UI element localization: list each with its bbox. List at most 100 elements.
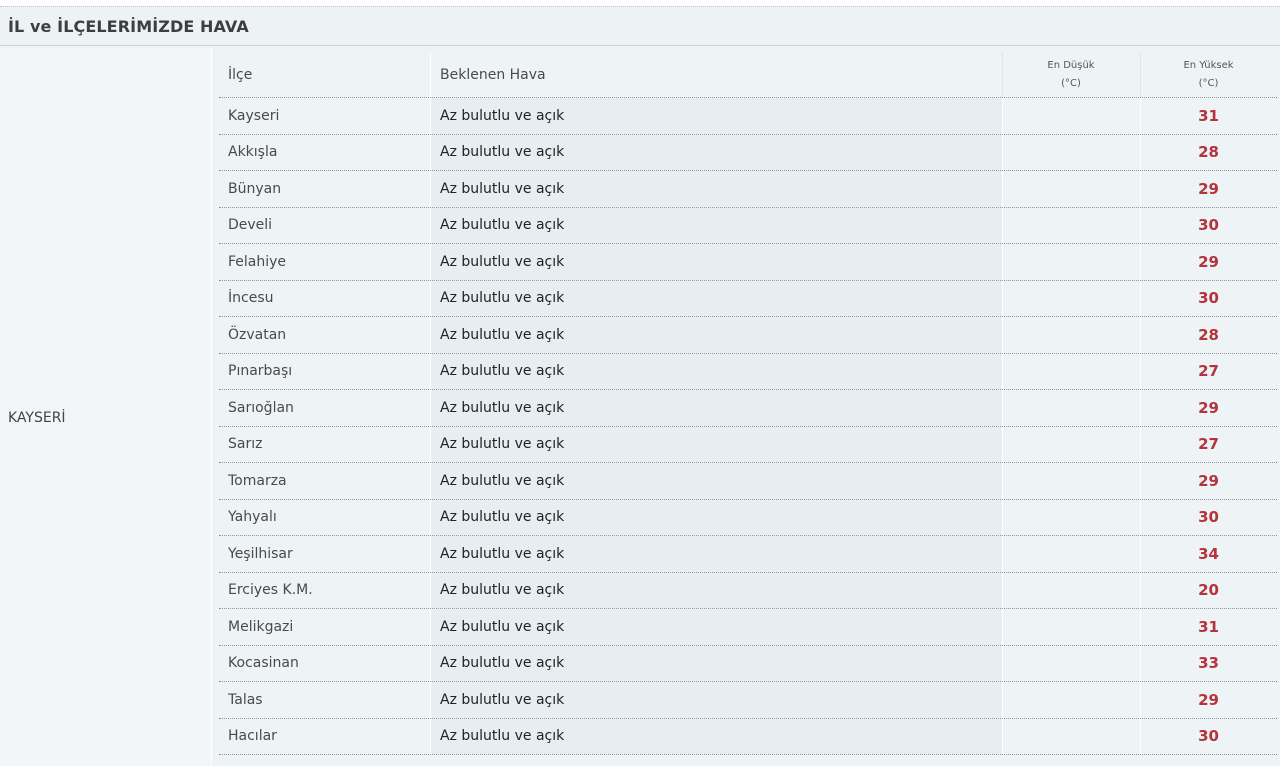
max-temp: 27: [1198, 435, 1219, 454]
max-temp-cell: 31: [1140, 609, 1277, 645]
table-row: Kocasinan Az bulutlu ve açık 33: [219, 645, 1277, 682]
max-temp-cell: 28: [1140, 317, 1277, 353]
min-temp: [1002, 682, 1140, 718]
district-name: Tomarza: [228, 472, 287, 489]
district-name: Yahyalı: [228, 509, 277, 526]
province-column: KAYSERİ: [0, 48, 212, 766]
max-temp-cell: 33: [1140, 646, 1277, 682]
max-temp-cell: 20: [1140, 573, 1277, 609]
expected-weather: Az bulutlu ve açık: [430, 244, 1002, 280]
expected-weather: Az bulutlu ve açık: [430, 572, 1002, 608]
min-temp: [1002, 98, 1140, 134]
max-temp: 20: [1198, 581, 1219, 600]
min-temp: [1002, 280, 1140, 316]
min-temp: [1002, 536, 1140, 572]
max-temp: 33: [1198, 654, 1219, 673]
district-name: Talas: [228, 691, 263, 708]
expected-weather: Az bulutlu ve açık: [430, 98, 1002, 134]
expected-weather: Az bulutlu ve açık: [430, 499, 1002, 535]
table-row: Akkışla Az bulutlu ve açık 28: [219, 134, 1277, 171]
max-temp-cell: 29: [1140, 682, 1277, 718]
max-temp: 29: [1198, 179, 1219, 198]
table-row: İncesu Az bulutlu ve açık 30: [219, 280, 1277, 317]
table-row: Felahiye Az bulutlu ve açık 29: [219, 244, 1277, 281]
expected-weather: Az bulutlu ve açık: [430, 536, 1002, 572]
max-temp: 30: [1198, 289, 1219, 308]
max-temp-cell: 29: [1140, 244, 1277, 280]
table-row: Yahyalı Az bulutlu ve açık 30: [219, 499, 1277, 536]
min-temp: [1002, 499, 1140, 535]
min-temp-header-label: En Düşük: [1047, 59, 1095, 71]
district-name: Hacılar: [228, 728, 277, 745]
expected-weather: Az bulutlu ve açık: [430, 718, 1002, 754]
max-temp-header-unit: (°C): [1198, 77, 1219, 89]
table-row: Sarız Az bulutlu ve açık 27: [219, 426, 1277, 463]
max-temp-header-label: En Yüksek: [1183, 59, 1234, 71]
expected-weather: Az bulutlu ve açık: [430, 390, 1002, 426]
table-row: Tomarza Az bulutlu ve açık 29: [219, 463, 1277, 500]
panel-header: İL ve İLÇELERİMİZDE HAVA: [0, 7, 1280, 46]
max-temp: 27: [1198, 362, 1219, 381]
max-temp: 29: [1198, 398, 1219, 417]
max-temp: 29: [1198, 690, 1219, 709]
max-temp-cell: 34: [1140, 536, 1277, 572]
district-name: Özvatan: [228, 326, 287, 343]
table-row: Talas Az bulutlu ve açık 29: [219, 682, 1277, 719]
province-name: KAYSERİ: [8, 410, 66, 426]
max-temp-cell: 27: [1140, 427, 1277, 463]
min-temp: [1002, 244, 1140, 280]
max-temp-cell: 28: [1140, 135, 1277, 171]
column-header-district: İlçe: [228, 66, 253, 83]
max-temp: 29: [1198, 252, 1219, 271]
max-temp-cell: 30: [1140, 281, 1277, 317]
column-header-min-temp: En Düşük (°C): [1002, 52, 1140, 97]
max-temp: 34: [1198, 544, 1219, 563]
expected-weather: Az bulutlu ve açık: [430, 426, 1002, 462]
table-row: Özvatan Az bulutlu ve açık 28: [219, 317, 1277, 354]
min-temp: [1002, 317, 1140, 353]
max-temp-cell: 29: [1140, 171, 1277, 207]
min-temp: [1002, 353, 1140, 389]
max-temp-cell: 29: [1140, 463, 1277, 499]
table-header-row: İlçe Beklenen Hava En Düşük (°C) En Yüks…: [219, 52, 1277, 98]
expected-weather: Az bulutlu ve açık: [430, 609, 1002, 645]
table-row: Pınarbaşı Az bulutlu ve açık 27: [219, 353, 1277, 390]
max-temp: 30: [1198, 216, 1219, 235]
max-temp-cell: 30: [1140, 500, 1277, 536]
table-row: Yeşilhisar Az bulutlu ve açık 34: [219, 536, 1277, 573]
min-temp: [1002, 463, 1140, 499]
table-row: Melikgazi Az bulutlu ve açık 31: [219, 609, 1277, 646]
expected-weather: Az bulutlu ve açık: [430, 134, 1002, 170]
min-temp: [1002, 207, 1140, 243]
expected-weather: Az bulutlu ve açık: [430, 280, 1002, 316]
min-temp: [1002, 171, 1140, 207]
min-temp: [1002, 390, 1140, 426]
district-name: İncesu: [228, 290, 274, 307]
district-weather-table: İlçe Beklenen Hava En Düşük (°C) En Yüks…: [219, 52, 1277, 755]
column-header-expected-weather: Beklenen Hava: [440, 66, 546, 83]
max-temp: 28: [1198, 143, 1219, 162]
max-temp-cell: 30: [1140, 719, 1277, 755]
min-temp: [1002, 426, 1140, 462]
max-temp: 31: [1198, 617, 1219, 636]
min-temp: [1002, 572, 1140, 608]
district-name: Yeşilhisar: [228, 545, 293, 562]
expected-weather: Az bulutlu ve açık: [430, 353, 1002, 389]
district-name: Akkışla: [228, 144, 278, 161]
district-name: Sarız: [228, 436, 263, 453]
max-temp-cell: 31: [1140, 98, 1277, 134]
district-name: Felahiye: [228, 253, 287, 270]
district-name: Develi: [228, 217, 273, 234]
min-temp: [1002, 134, 1140, 170]
district-name: Kayseri: [228, 107, 280, 124]
min-temp: [1002, 609, 1140, 645]
max-temp: 30: [1198, 727, 1219, 746]
max-temp: 29: [1198, 471, 1219, 490]
table-row: Kayseri Az bulutlu ve açık 31: [219, 98, 1277, 135]
min-temp: [1002, 645, 1140, 681]
max-temp-cell: 27: [1140, 354, 1277, 390]
expected-weather: Az bulutlu ve açık: [430, 171, 1002, 207]
max-temp-cell: 30: [1140, 208, 1277, 244]
district-name: Sarıoğlan: [228, 399, 294, 416]
expected-weather: Az bulutlu ve açık: [430, 645, 1002, 681]
